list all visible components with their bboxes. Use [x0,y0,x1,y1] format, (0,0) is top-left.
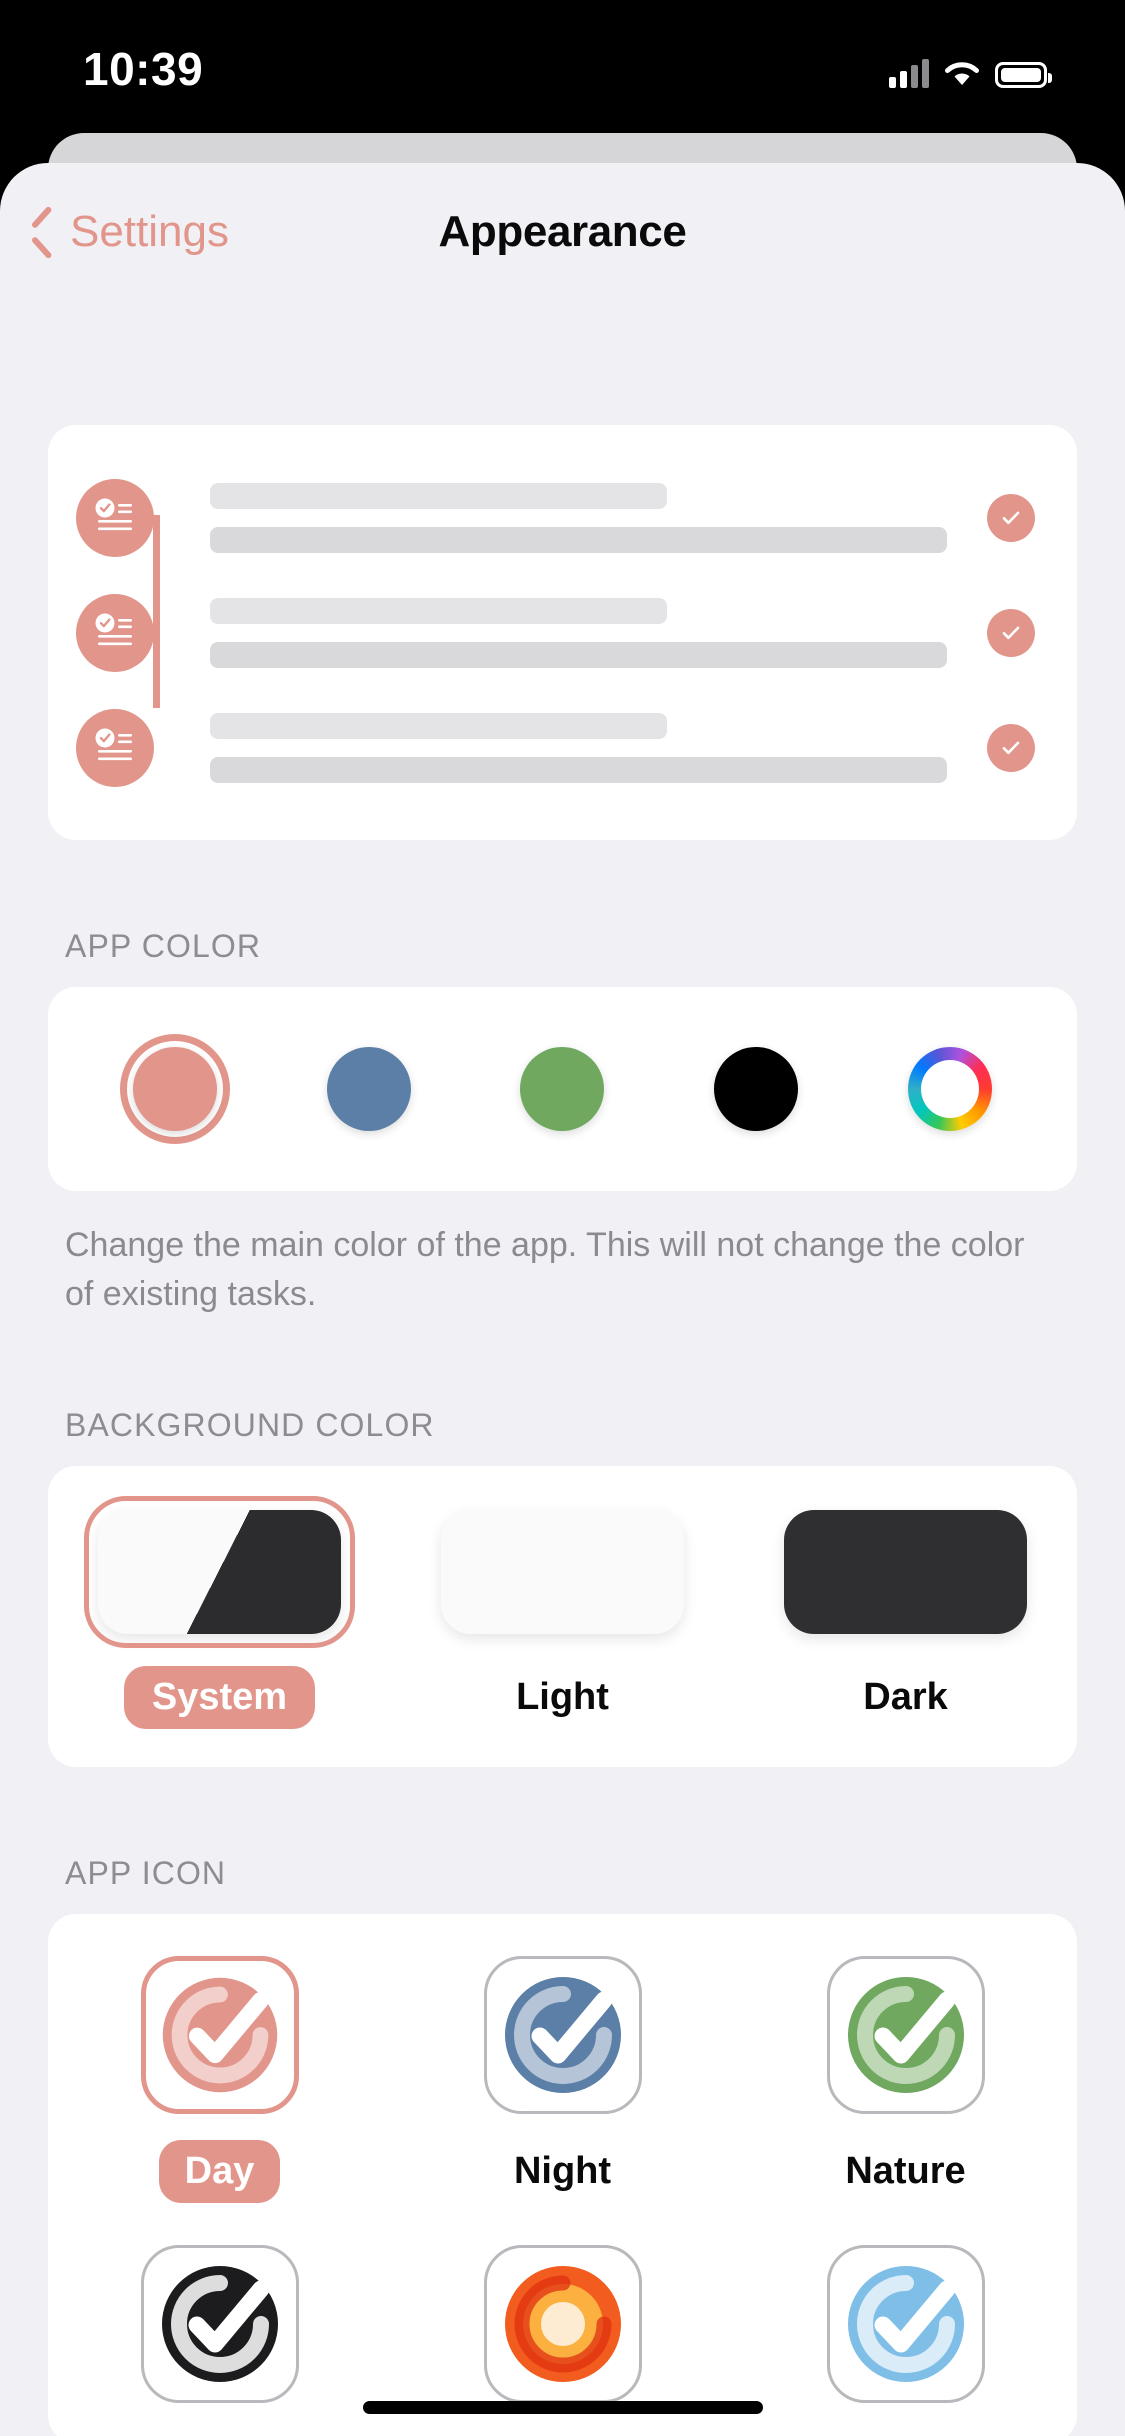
app-icon-label-night: Night [513,2150,612,2192]
app-color-swatch-green[interactable] [466,1047,660,1131]
theme-swatch-light [441,1510,684,1634]
status-bar-indicators [889,48,1052,88]
app-icon-option-sunset[interactable] [391,2245,734,2403]
status-bar: 10:39 [0,0,1125,133]
theme-label-dark: Dark [863,1676,948,1718]
app-icon-card: Day Night Nature [48,1914,1077,2436]
home-indicator [362,2401,763,2414]
app-color-card [48,987,1077,1191]
page-title: Appearance [438,207,687,256]
check-icon[interactable] [987,724,1035,772]
app-icon-swatch-sky [826,2245,985,2403]
app-icon-label-nature: Nature [845,2150,966,2192]
preview-line-title [210,598,667,624]
preview-row [48,585,1077,681]
theme-label-light: Light [516,1676,609,1718]
preview-line-body [210,642,947,668]
theme-swatch-dark [784,1510,1027,1634]
theme-label-system: System [123,1666,316,1729]
check-icon[interactable] [987,494,1035,542]
background-color-section-label: BACKGROUND COLOR [65,1407,435,1443]
app-icon-option-black[interactable] [48,2245,391,2403]
app-icon-row [48,2245,1077,2403]
app-icon-swatch-sunset [483,2245,642,2403]
app-color-swatch-rainbow[interactable] [853,1047,1047,1131]
navigation-bar: Settings Appearance [0,163,1125,308]
background-color-card: System Light Dark [48,1466,1077,1767]
app-color-swatch-blue[interactable] [272,1047,466,1131]
theme-option-light[interactable]: Light [391,1510,734,1729]
app-icon-option-nature[interactable]: Nature [734,1956,1077,2203]
checklist-icon [76,709,154,787]
app-icon-option-night[interactable]: Night [391,1956,734,2203]
battery-icon [995,62,1052,88]
app-icon-swatch-day [140,1956,299,2114]
preview-line-title [210,713,667,739]
preview-line-body [210,757,947,783]
theme-swatch-system [98,1510,341,1634]
wifi-icon [942,58,982,88]
theme-option-dark[interactable]: Dark [734,1510,1077,1729]
checklist-icon [76,594,154,672]
preview-text-lines [210,483,947,553]
appearance-preview-card [48,425,1077,840]
status-bar-time: 10:39 [83,43,204,95]
app-color-note: Change the main color of the app. This w… [65,1226,1025,1313]
preview-line-title [210,483,667,509]
preview-row [48,470,1077,566]
app-icon-section-label: APP ICON [65,1855,227,1891]
theme-option-system[interactable]: System [48,1496,391,1729]
app-color-section-label: APP COLOR [65,928,262,964]
app-icon-option-sky[interactable] [734,2245,1077,2403]
check-icon[interactable] [987,609,1035,657]
app-icon-row: Day Night Nature [48,1956,1077,2203]
preview-line-body [210,527,947,553]
checklist-icon [76,479,154,557]
preview-text-lines [210,598,947,668]
app-icon-label-day: Day [158,2140,281,2203]
preview-text-lines [210,713,947,783]
app-icon-swatch-black [140,2245,299,2403]
signal-bars-icon [889,58,929,88]
app-icon-swatch-nature [826,1956,985,2114]
app-color-swatch-salmon[interactable] [78,1034,272,1144]
app-icon-swatch-night [483,1956,642,2114]
app-color-swatch-black[interactable] [659,1047,853,1131]
preview-row [48,700,1077,796]
appearance-sheet: Settings Appearance APP COLOR Change the… [0,163,1125,2436]
app-icon-option-day[interactable]: Day [48,1956,391,2203]
